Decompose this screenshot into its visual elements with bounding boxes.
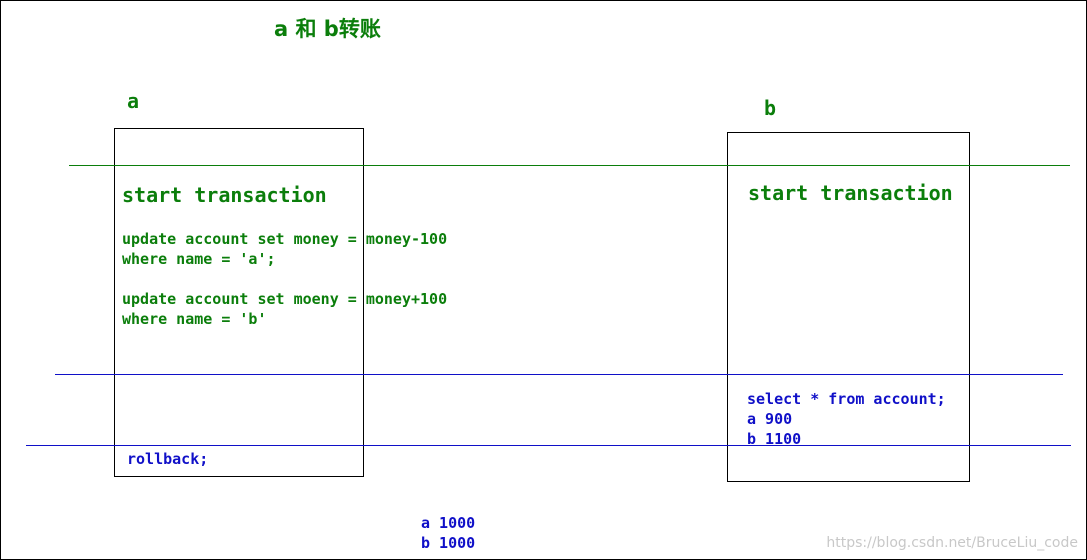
diagram-title: a 和 b转账: [274, 17, 381, 41]
session-a-update2-line1: update account set moeny = money+100: [122, 290, 448, 308]
final-value-b: b 1000: [421, 534, 476, 552]
timeline-rollback-line: [26, 445, 1071, 446]
watermark: https://blog.csdn.net/BruceLiu_code: [826, 535, 1078, 551]
timeline-select-line: [55, 374, 1063, 375]
final-value-a: a 1000: [421, 514, 476, 532]
session-b-result-a: a 900: [747, 410, 793, 428]
session-b-label: b: [764, 96, 777, 120]
session-b-select: select * from account;: [747, 390, 946, 408]
session-a-rollback: rollback;: [127, 450, 209, 468]
session-b-result-b: b 1100: [747, 430, 802, 448]
session-a-update2-line2: where name = 'b': [122, 310, 267, 328]
session-a-update1-line1: update account set money = money-100: [122, 230, 448, 248]
session-b-start-transaction: start transaction: [748, 181, 953, 205]
diagram-canvas: a 和 b转账 a b start transaction update acc…: [0, 0, 1087, 560]
session-a-label: a: [127, 89, 140, 113]
session-a-update1-line2: where name = 'a';: [122, 250, 276, 268]
session-a-start-transaction: start transaction: [122, 183, 327, 207]
timeline-start-line: [69, 165, 1070, 166]
